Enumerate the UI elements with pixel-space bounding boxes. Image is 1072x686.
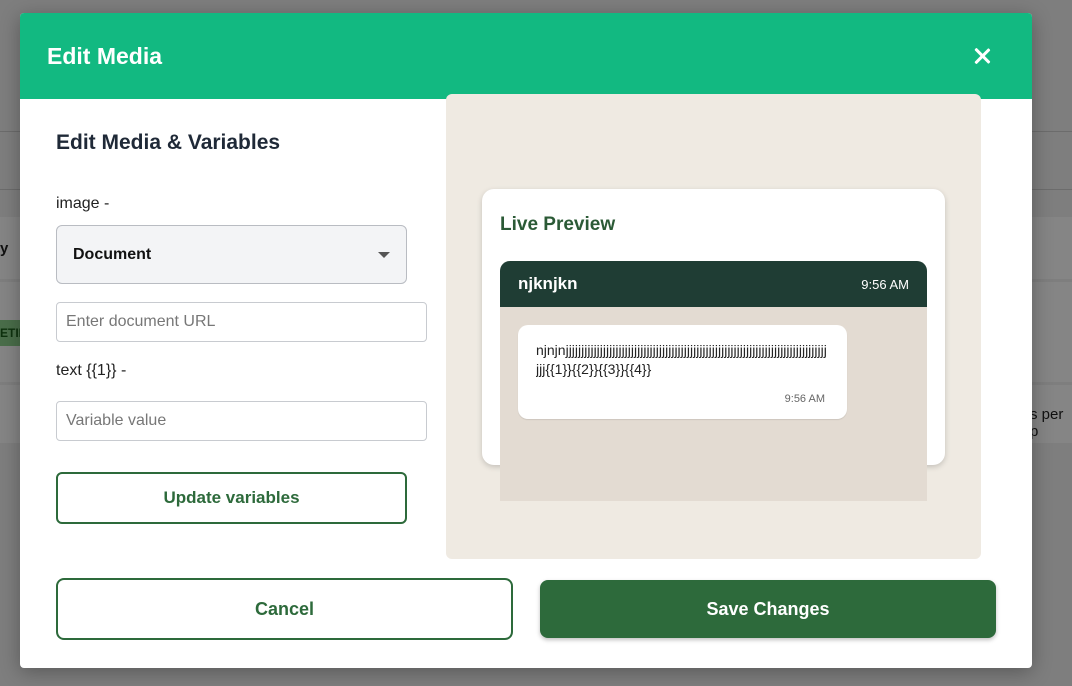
cancel-button[interactable]: Cancel [56, 578, 513, 640]
header-time: 9:56 AM [861, 276, 909, 292]
image-label: image - [56, 195, 110, 212]
media-type-value: Document [73, 245, 152, 263]
edit-form: Edit Media & Variables image - Document … [56, 131, 428, 524]
variable-value-input[interactable] [56, 401, 427, 441]
edit-media-modal: Edit Media Edit Media & Variables image … [20, 13, 1032, 668]
media-type-select[interactable]: Document [56, 225, 407, 284]
chat-header: njknjkn 9:56 AM [500, 261, 927, 307]
message-bubble: njnjnjjjjjjjjjjjjjjjjjjjjjjjjjjjjjjjjjjj… [518, 325, 847, 419]
save-changes-button[interactable]: Save Changes [540, 580, 996, 638]
modal-title: Edit Media [47, 42, 163, 69]
chat-body: njnjnjjjjjjjjjjjjjjjjjjjjjjjjjjjjjjjjjjj… [500, 307, 927, 501]
contact-name: njknjkn [518, 274, 578, 293]
chevron-down-icon [378, 251, 390, 258]
modal-header: Edit Media [20, 13, 1032, 99]
chat-preview: njknjkn 9:56 AM njnjnjjjjjjjjjjjjjjjjjjj… [500, 261, 927, 501]
update-variables-button[interactable]: Update variables [56, 472, 407, 524]
document-url-input[interactable] [56, 302, 427, 342]
section-title: Edit Media & Variables [56, 131, 281, 154]
text-variable-label: text {{1}} - [56, 362, 127, 379]
live-preview-card: Live Preview njknjkn 9:56 AM njnjnjjjjjj… [482, 189, 945, 501]
preview-panel: Live Preview njknjkn 9:56 AM njnjnjjjjjj… [446, 94, 981, 559]
live-preview-title: Live Preview [500, 214, 616, 235]
close-icon[interactable] [970, 44, 994, 68]
message-time: 9:56 AM [784, 393, 825, 405]
message-text: njnjnjjjjjjjjjjjjjjjjjjjjjjjjjjjjjjjjjjj… [536, 342, 827, 377]
